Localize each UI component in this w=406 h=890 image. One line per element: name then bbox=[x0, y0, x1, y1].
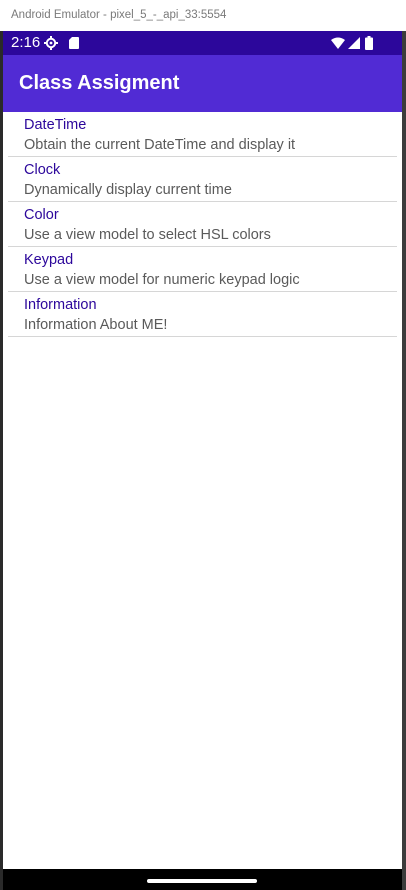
list-item-description: Use a view model to select HSL colors bbox=[24, 227, 271, 243]
list-item-color[interactable]: Color Use a view model to select HSL col… bbox=[8, 202, 397, 247]
list-item-information[interactable]: Information Information About ME! bbox=[8, 292, 397, 337]
list-item-keypad[interactable]: Keypad Use a view model for numeric keyp… bbox=[8, 247, 397, 292]
status-bar: 2:16 bbox=[3, 31, 402, 55]
list-item-datetime[interactable]: DateTime Obtain the current DateTime and… bbox=[8, 112, 397, 157]
cell-signal-icon bbox=[348, 37, 360, 49]
emulator-window-title: Android Emulator - pixel_5_-_api_33:5554 bbox=[0, 0, 406, 31]
list-item-title: Clock bbox=[24, 162, 61, 178]
status-time: 2:16 bbox=[11, 34, 41, 51]
list-item-title: DateTime bbox=[24, 117, 87, 133]
navigation-bar bbox=[3, 869, 402, 890]
list-item-description: Use a view model for numeric keypad logi… bbox=[24, 272, 300, 288]
list-item-description: Dynamically display current time bbox=[24, 182, 232, 198]
list-item-title: Information bbox=[24, 297, 97, 313]
list-item-clock[interactable]: Clock Dynamically display current time bbox=[8, 157, 397, 202]
assignment-list: DateTime Obtain the current DateTime and… bbox=[3, 112, 402, 337]
device-screen: 2:16 Class Assigment DateTime Obtain the… bbox=[3, 31, 402, 890]
wifi-icon bbox=[331, 37, 345, 49]
window-edge bbox=[402, 31, 406, 890]
page-title: Class Assigment bbox=[19, 72, 180, 94]
list-item-description: Information About ME! bbox=[24, 317, 168, 333]
list-item-title: Color bbox=[24, 207, 59, 223]
list-item-title: Keypad bbox=[24, 252, 74, 268]
battery-icon bbox=[365, 36, 373, 50]
home-gesture-handle[interactable] bbox=[147, 879, 257, 883]
sd-card-icon bbox=[69, 37, 79, 49]
list-item-description: Obtain the current DateTime and display … bbox=[24, 137, 296, 153]
settings-gear-icon bbox=[44, 36, 58, 50]
app-bar: Class Assigment bbox=[3, 55, 402, 112]
